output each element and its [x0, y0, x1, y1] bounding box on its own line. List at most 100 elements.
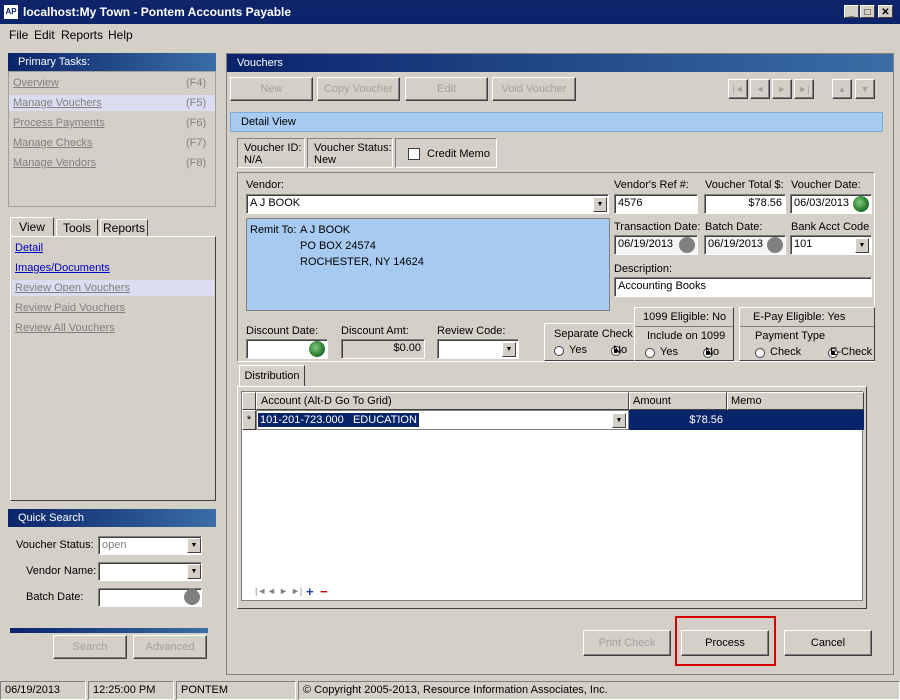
discount-date-label: Discount Date:: [246, 325, 319, 337]
task-manage-vendors-key: (F8): [186, 157, 207, 169]
task-overview-key: (F4): [186, 77, 207, 89]
vendor-select[interactable]: A J BOOK: [246, 194, 609, 214]
separate-check-group: Separate Check Yes No: [544, 323, 640, 361]
calendar-icon[interactable]: [309, 341, 325, 357]
link-review-paid-vouchers[interactable]: Review Paid Vouchers: [15, 302, 125, 314]
calendar-icon[interactable]: [679, 237, 695, 253]
edit-button[interactable]: Edit: [405, 77, 488, 101]
cancel-button[interactable]: Cancel: [784, 630, 872, 656]
status-user: PONTEM: [176, 681, 296, 700]
tab-distribution[interactable]: Distribution: [239, 365, 305, 387]
voucher-status-value: New: [314, 154, 337, 166]
credit-memo-checkbox[interactable]: [408, 148, 420, 160]
tab-reports[interactable]: Reports: [100, 219, 148, 237]
menu-bar: File Edit Reports Help: [0, 24, 900, 46]
task-manage-vouchers[interactable]: Manage Vouchers: [13, 97, 102, 109]
down-icon[interactable]: ▼: [855, 79, 875, 99]
qs-batch-date-label: Batch Date:: [26, 591, 84, 603]
task-manage-vendors[interactable]: Manage Vendors: [13, 157, 96, 169]
chevron-down-icon[interactable]: ▼: [612, 413, 626, 428]
link-images-documents[interactable]: Images/Documents: [15, 262, 110, 274]
search-button[interactable]: Search: [53, 635, 127, 659]
include-1099-yes-radio[interactable]: [645, 348, 655, 359]
description-field[interactable]: Accounting Books: [614, 277, 872, 297]
col-memo-header[interactable]: Memo: [727, 392, 864, 410]
copy-voucher-button[interactable]: Copy Voucher: [317, 77, 400, 101]
task-overview[interactable]: Overview: [13, 77, 59, 89]
title-bar: AP localhost:My Town - Pontem Accounts P…: [0, 0, 900, 24]
chevron-down-icon[interactable]: ▼: [593, 197, 607, 212]
first-record-icon[interactable]: |◄: [255, 586, 266, 596]
voucher-date-label: Voucher Date:: [791, 179, 861, 191]
calendar-icon[interactable]: [853, 196, 869, 212]
credit-memo-label: Credit Memo: [427, 148, 490, 160]
amount-cell[interactable]: $78.56: [629, 410, 727, 430]
process-button[interactable]: Process: [681, 630, 769, 656]
account-cell[interactable]: 101-201-723.000 EDUCATION ▼: [256, 410, 629, 430]
remit-line-1: A J BOOK: [300, 224, 351, 236]
advanced-button[interactable]: Advanced: [133, 635, 207, 659]
print-check-button[interactable]: Print Check: [583, 630, 671, 656]
divider: [10, 628, 208, 633]
vendor-ref-field[interactable]: 4576: [614, 194, 698, 214]
remit-to-label: Remit To:: [250, 224, 297, 236]
quick-search-panel: Quick Search Voucher Status: open ▼ Vend…: [8, 509, 216, 669]
task-process-payments[interactable]: Process Payments: [13, 117, 105, 129]
table-row[interactable]: * 101-201-723.000 EDUCATION ▼ $78.56: [242, 410, 864, 430]
menu-edit[interactable]: Edit: [34, 28, 55, 42]
prev-record-icon[interactable]: ◄: [750, 79, 770, 99]
tab-tools[interactable]: Tools: [56, 219, 98, 237]
next-record-icon[interactable]: ►: [772, 79, 792, 99]
separate-check-yes-radio[interactable]: [554, 346, 564, 357]
chevron-down-icon[interactable]: ▼: [187, 564, 201, 579]
chevron-down-icon[interactable]: ▼: [502, 342, 516, 357]
col-account-header[interactable]: Account (Alt-D Go To Grid): [256, 392, 629, 410]
calendar-icon[interactable]: [184, 589, 200, 605]
voucher-total-field[interactable]: $78.56: [704, 194, 786, 214]
maximize-icon[interactable]: □: [860, 5, 875, 18]
up-icon[interactable]: ▲: [832, 79, 852, 99]
task-manage-checks[interactable]: Manage Checks: [13, 137, 93, 149]
prev-record-icon[interactable]: ◄: [267, 586, 276, 596]
delete-row-icon[interactable]: −: [320, 584, 328, 599]
col-amount-header[interactable]: Amount: [629, 392, 727, 410]
window-title: localhost:My Town - Pontem Accounts Paya…: [23, 5, 292, 19]
distribution-panel: Account (Alt-D Go To Grid) Amount Memo *…: [237, 386, 867, 609]
calendar-icon[interactable]: [767, 237, 783, 253]
void-voucher-button[interactable]: Void Voucher: [492, 77, 576, 101]
discount-amt-field[interactable]: $0.00: [341, 339, 425, 359]
payment-type-check-radio[interactable]: [755, 348, 765, 359]
last-record-icon[interactable]: ►|: [291, 586, 302, 596]
first-record-icon[interactable]: |◄: [728, 79, 748, 99]
review-code-label: Review Code:: [437, 325, 506, 337]
menu-help[interactable]: Help: [108, 28, 133, 42]
next-record-icon[interactable]: ►: [279, 586, 288, 596]
menu-file[interactable]: File: [9, 28, 28, 42]
bank-acct-label: Bank Acct Code: [791, 221, 870, 233]
tab-view[interactable]: View: [10, 217, 54, 237]
group-1099: 1099 Eligible: No Include on 1099 Yes No: [634, 307, 734, 361]
payment-type-check-label: Check: [770, 346, 802, 358]
epay-eligible-label: E-Pay Eligible: Yes: [753, 311, 846, 323]
new-button[interactable]: New: [230, 77, 313, 101]
chevron-down-icon[interactable]: ▼: [855, 238, 869, 253]
voucher-total-label: Voucher Total $:: [705, 179, 784, 191]
minimize-icon[interactable]: _: [844, 5, 859, 18]
epay-group: E-Pay Eligible: Yes Payment Type Check E…: [739, 307, 875, 361]
remit-line-3: ROCHESTER, NY 14624: [300, 256, 424, 268]
link-review-open-vouchers[interactable]: Review Open Vouchers: [15, 282, 130, 294]
link-detail[interactable]: Detail: [15, 242, 43, 254]
add-row-icon[interactable]: +: [306, 584, 314, 599]
eligible-1099-label: 1099 Eligible: No: [643, 311, 727, 323]
chevron-down-icon[interactable]: ▼: [187, 538, 201, 553]
side-tabs-panel: View Tools Reports Detail Images/Documen…: [8, 215, 216, 501]
close-icon[interactable]: ✕: [878, 5, 893, 18]
menu-reports[interactable]: Reports: [61, 28, 103, 42]
separate-check-label: Separate Check: [554, 328, 633, 340]
memo-cell[interactable]: [727, 410, 864, 430]
last-record-icon[interactable]: ►|: [794, 79, 814, 99]
vendor-ref-label: Vendor's Ref #:: [614, 179, 689, 191]
payment-type-label: Payment Type: [755, 330, 826, 342]
include-1099-label: Include on 1099: [647, 330, 726, 342]
link-review-all-vouchers[interactable]: Review All Vouchers: [15, 322, 115, 334]
